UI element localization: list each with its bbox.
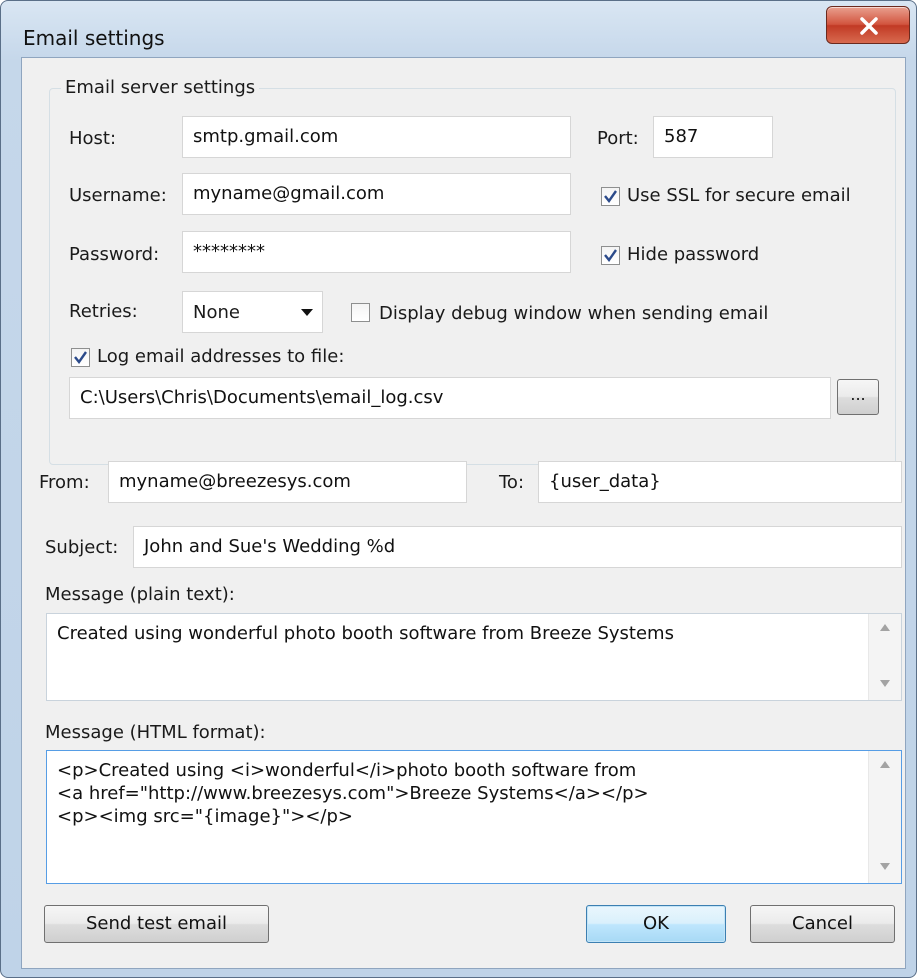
close-icon [860,17,878,35]
host-label: Host: [69,128,117,149]
retries-dropdown[interactable]: None [182,291,323,333]
username-input[interactable]: myname@gmail.com [182,173,571,215]
scroll-down-button[interactable] [869,853,901,883]
close-button[interactable] [826,6,910,44]
scroll-up-button[interactable] [869,614,901,644]
checkmark-icon [604,190,617,204]
password-input[interactable]: ******** [182,231,571,273]
log-path-input[interactable]: C:\Users\Chris\Documents\email_log.csv [69,377,831,419]
subject-label: Subject: [45,537,119,558]
chevron-down-icon [301,309,313,316]
scroll-up-button[interactable] [869,751,901,781]
ssl-label[interactable]: Use SSL for secure email [627,185,851,206]
ok-button[interactable]: OK [586,905,726,943]
retries-label: Retries: [69,301,138,322]
scroll-up-icon [880,624,890,631]
log-label[interactable]: Log email addresses to file: [97,346,344,367]
scroll-up-icon [880,761,890,768]
port-label: Port: [597,128,639,149]
scroll-down-icon [880,680,890,687]
debug-checkbox[interactable] [351,303,370,322]
subject-input[interactable]: John and Sue's Wedding %d [133,526,902,568]
email-settings-dialog: Email settings Email server settings Hos… [0,0,917,978]
retries-value: None [193,302,240,323]
server-settings-group-title: Email server settings [61,77,260,98]
from-input[interactable]: myname@breezesys.com [108,461,467,503]
plain-message-text: Created using wonderful photo booth soft… [57,623,674,644]
plain-message-label: Message (plain text): [45,584,235,605]
debug-label[interactable]: Display debug window when sending email [379,303,768,324]
log-checkbox[interactable] [71,348,90,367]
send-test-email-button[interactable]: Send test email [44,905,269,943]
dialog-title: Email settings [23,26,165,50]
to-label: To: [499,472,525,493]
cancel-button[interactable]: Cancel [750,905,895,943]
to-input[interactable]: {user_data} [538,461,902,503]
html-message-scrollbar[interactable] [868,751,901,883]
scroll-down-button[interactable] [869,670,901,700]
username-label: Username: [69,185,167,206]
scroll-down-icon [880,863,890,870]
html-message-textarea[interactable]: <p>Created using <i>wonderful</i>photo b… [46,750,902,884]
plain-message-scrollbar[interactable] [868,614,901,700]
ssl-checkbox[interactable] [601,187,620,206]
hide-password-checkbox[interactable] [601,246,620,265]
dialog-body: Email server settings Host: smtp.gmail.c… [21,57,906,969]
checkmark-icon [604,249,617,263]
hide-password-label[interactable]: Hide password [627,244,759,265]
from-label: From: [39,472,90,493]
html-message-label: Message (HTML format): [45,722,266,743]
password-label: Password: [69,244,160,265]
plain-message-textarea[interactable]: Created using wonderful photo booth soft… [46,613,902,701]
checkmark-icon [74,351,87,365]
port-input[interactable]: 587 [653,116,773,158]
html-message-text: <p>Created using <i>wonderful</i>photo b… [57,760,649,827]
browse-button[interactable]: ... [837,379,879,415]
host-input[interactable]: smtp.gmail.com [182,116,571,158]
